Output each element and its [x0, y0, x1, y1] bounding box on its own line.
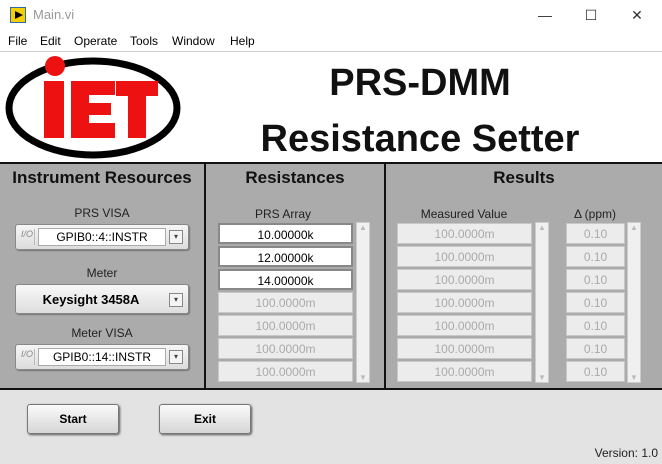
scroll-down-icon[interactable]: ▼: [357, 373, 369, 382]
menu-tools[interactable]: Tools: [130, 34, 158, 48]
version-label: Version: 1.0: [594, 446, 658, 460]
measured-value-element: 100.0000m: [397, 315, 532, 336]
prs-visa-value[interactable]: GPIB0::4::INSTR: [38, 228, 166, 246]
meter-visa-combo[interactable]: I/O GPIB0::14::INSTR ▾: [15, 344, 189, 370]
prs-array-element[interactable]: 100.0000m: [218, 361, 353, 382]
chevron-down-icon[interactable]: ▾: [169, 293, 183, 307]
measured-scrollbar[interactable]: ▲ ▼: [535, 222, 549, 383]
divider: [204, 162, 206, 390]
menu-operate[interactable]: Operate: [74, 34, 117, 48]
prs-array-element[interactable]: 12.00000k: [218, 246, 353, 267]
scroll-up-icon[interactable]: ▲: [357, 223, 369, 232]
meter-visa-value[interactable]: GPIB0::14::INSTR: [38, 348, 166, 366]
menu-edit[interactable]: Edit: [40, 34, 61, 48]
delta-ppm-element: 0.10: [566, 223, 625, 244]
measured-value-element: 100.0000m: [397, 361, 532, 382]
results-header: Results: [493, 168, 555, 187]
delta-ppm-element: 0.10: [566, 338, 625, 359]
minimize-button[interactable]: —: [522, 3, 568, 27]
menu-file[interactable]: File: [8, 34, 27, 48]
delta-ppm-element: 0.10: [566, 246, 625, 267]
instrument-resources-header: Instrument Resources: [12, 168, 192, 187]
delta-ppm-label: Δ (ppm): [573, 207, 617, 221]
scroll-up-icon[interactable]: ▲: [536, 223, 548, 232]
measured-value-label: Measured Value: [420, 207, 508, 221]
window-title: Main.vi: [33, 7, 75, 22]
meter-label: Meter: [86, 266, 118, 280]
prs-array-element[interactable]: 100.0000m: [218, 338, 353, 359]
menu-window[interactable]: Window: [172, 34, 215, 48]
menu-help[interactable]: Help: [230, 34, 255, 48]
measured-value-element: 100.0000m: [397, 292, 532, 313]
meter-value: Keysight 3458A: [42, 292, 140, 307]
delta-scrollbar[interactable]: ▲ ▼: [627, 222, 641, 383]
measured-value-element: 100.0000m: [397, 223, 532, 244]
chevron-down-icon[interactable]: ▾: [169, 350, 183, 364]
app-title-line2: Resistance Setter: [260, 118, 580, 160]
prs-array-element[interactable]: 100.0000m: [218, 292, 353, 313]
scroll-down-icon[interactable]: ▼: [536, 373, 548, 382]
resistances-header: Resistances: [245, 168, 345, 187]
visa-io-icon: I/O: [21, 229, 35, 245]
labview-vi-icon: [10, 7, 26, 23]
divider: [384, 162, 386, 390]
close-button[interactable]: ✕: [614, 3, 660, 27]
scroll-up-icon[interactable]: ▲: [628, 223, 640, 232]
start-button[interactable]: Start: [27, 404, 119, 434]
visa-io-icon: I/O: [21, 349, 35, 365]
prs-array-element[interactable]: 10.00000k: [218, 223, 353, 244]
app-title-line1: PRS-DMM: [329, 62, 511, 104]
meter-ring[interactable]: Keysight 3458A ▾: [15, 284, 189, 314]
delta-ppm-element: 0.10: [566, 315, 625, 336]
maximize-button[interactable]: ☐: [568, 3, 614, 27]
prs-visa-label: PRS VISA: [74, 206, 130, 220]
measured-value-element: 100.0000m: [397, 269, 532, 290]
prs-visa-combo[interactable]: I/O GPIB0::4::INSTR ▾: [15, 224, 189, 250]
delta-ppm-element: 0.10: [566, 292, 625, 313]
measured-value-element: 100.0000m: [397, 338, 532, 359]
exit-button[interactable]: Exit: [159, 404, 251, 434]
prs-array-element[interactable]: 14.00000k: [218, 269, 353, 290]
chevron-down-icon[interactable]: ▾: [169, 230, 183, 244]
prs-array-label: PRS Array: [254, 207, 311, 221]
measured-value-element: 100.0000m: [397, 246, 532, 267]
prs-array-element[interactable]: 100.0000m: [218, 315, 353, 336]
scroll-down-icon[interactable]: ▼: [628, 373, 640, 382]
delta-ppm-element: 0.10: [566, 269, 625, 290]
delta-ppm-element: 0.10: [566, 361, 625, 382]
iet-logo: [5, 56, 181, 159]
meter-visa-label: Meter VISA: [71, 326, 133, 340]
prs-array-scrollbar[interactable]: ▲ ▼: [356, 222, 370, 383]
